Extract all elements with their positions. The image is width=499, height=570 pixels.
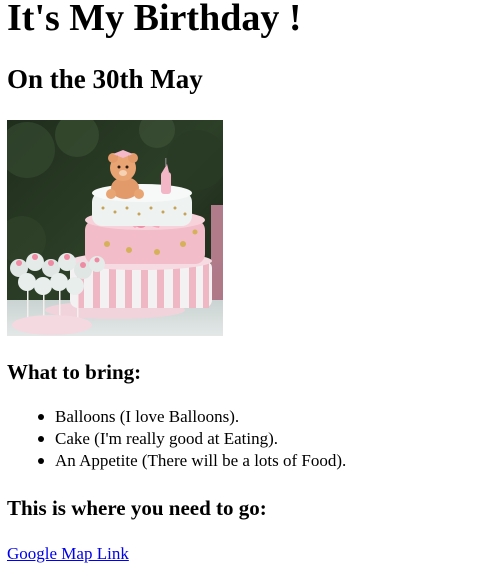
location-heading: This is where you need to go: bbox=[7, 496, 267, 520]
page: It's My Birthday ! On the 30th May What … bbox=[0, 0, 499, 570]
event-date: On the 30th May bbox=[7, 64, 203, 94]
list-item: An Appetite (There will be a lots of Foo… bbox=[37, 451, 347, 470]
page-title: It's My Birthday ! bbox=[7, 0, 302, 39]
bring-list: Balloons (I love Balloons). Cake (I'm re… bbox=[7, 406, 346, 472]
birthday-cake-image bbox=[7, 120, 223, 336]
google-map-link[interactable]: Google Map Link bbox=[7, 543, 129, 565]
bring-heading: What to bring: bbox=[7, 360, 142, 384]
list-item: Balloons (I love Balloons). bbox=[37, 406, 346, 428]
list-item: Cake (I'm really good at Eating). bbox=[37, 428, 346, 450]
